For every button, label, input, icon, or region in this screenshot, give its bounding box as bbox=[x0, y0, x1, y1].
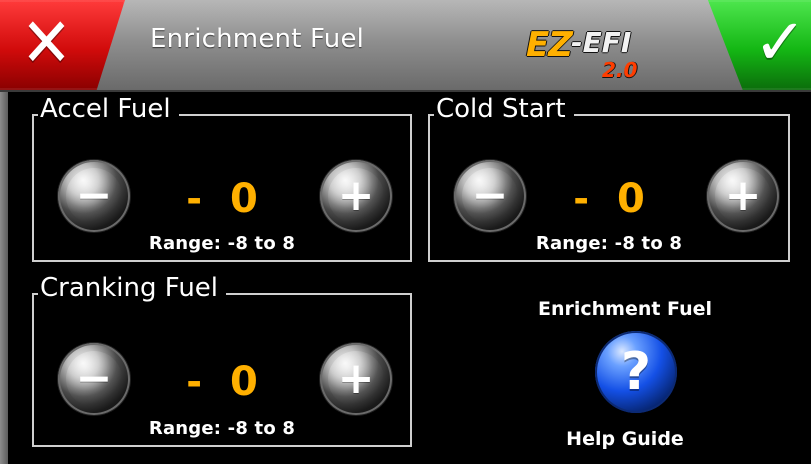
cold-start-increase-button[interactable]: + bbox=[707, 160, 779, 232]
cold-start-panel: Cold Start − - 0 + Range: -8 to 8 bbox=[428, 96, 790, 262]
accel-fuel-decrease-button[interactable]: − bbox=[58, 160, 130, 232]
plus-icon: + bbox=[337, 353, 375, 404]
plus-icon: + bbox=[337, 170, 375, 221]
screen: ✕ Enrichment Fuel EZ -EFI 2.0 ✓ Accel Fu… bbox=[0, 0, 811, 464]
accel-fuel-range: Range: -8 to 8 bbox=[148, 233, 296, 254]
cold-start-decrease-button[interactable]: − bbox=[454, 160, 526, 232]
cold-start-title: Cold Start bbox=[434, 96, 574, 122]
cold-start-range: Range: -8 to 8 bbox=[535, 233, 683, 254]
cranking-fuel-value: 0 bbox=[229, 359, 258, 405]
close-icon: ✕ bbox=[20, 4, 73, 83]
logo-efi: -EFI bbox=[571, 26, 632, 59]
ez-efi-logo: EZ -EFI 2.0 bbox=[526, 16, 651, 80]
accel-fuel-sign: - bbox=[186, 177, 202, 221]
page-title: Enrichment Fuel bbox=[150, 24, 365, 54]
help-subtitle: Help Guide bbox=[566, 428, 684, 450]
cancel-button[interactable]: ✕ bbox=[0, 0, 125, 90]
cranking-fuel-decrease-button[interactable]: − bbox=[58, 343, 130, 415]
logo-version: 2.0 bbox=[602, 58, 638, 82]
minus-icon: − bbox=[75, 170, 113, 221]
logo-ez: EZ bbox=[526, 25, 573, 65]
plus-icon: + bbox=[724, 170, 762, 221]
question-icon: ? bbox=[620, 342, 652, 402]
cold-start-value: 0 bbox=[616, 176, 645, 222]
minus-icon: − bbox=[75, 353, 113, 404]
accel-fuel-increase-button[interactable]: + bbox=[320, 160, 392, 232]
cranking-fuel-sign: - bbox=[186, 360, 202, 404]
accel-fuel-panel: Accel Fuel − - 0 + Range: -8 to 8 bbox=[32, 96, 412, 262]
accel-fuel-value: 0 bbox=[229, 176, 258, 222]
cranking-fuel-increase-button[interactable]: + bbox=[320, 343, 392, 415]
cranking-fuel-range: Range: -8 to 8 bbox=[148, 418, 296, 439]
help-button[interactable]: ? bbox=[595, 331, 677, 413]
checkmark-icon: ✓ bbox=[753, 6, 807, 80]
cranking-fuel-panel: Cranking Fuel − - 0 + Range: -8 to 8 bbox=[32, 275, 412, 447]
minus-icon: − bbox=[471, 170, 509, 221]
cranking-fuel-title: Cranking Fuel bbox=[38, 275, 227, 301]
accel-fuel-title: Accel Fuel bbox=[38, 96, 179, 122]
accept-button[interactable]: ✓ bbox=[707, 0, 811, 90]
help-title: Enrichment Fuel bbox=[537, 298, 713, 320]
header: ✕ Enrichment Fuel EZ -EFI 2.0 ✓ bbox=[0, 0, 811, 92]
cold-start-sign: - bbox=[573, 177, 589, 221]
